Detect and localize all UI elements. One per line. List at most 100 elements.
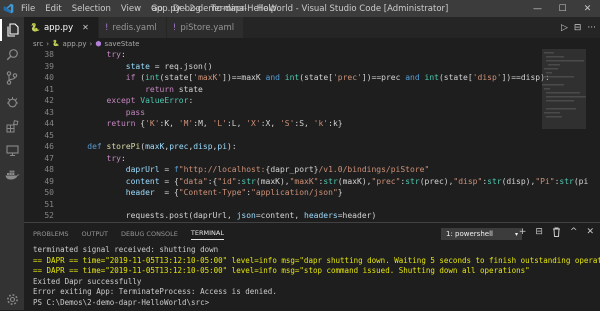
code-line[interactable]: 43 pass [24,107,600,119]
code-line[interactable]: 51 [24,199,600,211]
code-text: return {'K':K, 'M':M, 'L':L, 'X':X, 'S':… [106,119,343,128]
terminal-line: PS C:\Demos\2-demo-dapr-HelloWorld\src> [33,297,210,307]
activity-bar [0,17,24,310]
code-line[interactable]: 44 return {'K':K, 'M':M, 'L':L, 'X':X, '… [24,118,600,130]
code-line[interactable]: 38 try: [24,49,600,61]
minimize-button[interactable]: — [525,0,550,17]
terminal-select[interactable]: 1: powershell ▾ [441,228,522,240]
maximize-button[interactable]: ☐ [550,0,575,17]
search-icon[interactable] [0,43,24,65]
code-line[interactable]: 41 return state [24,84,600,96]
python-icon: 🐍 [30,23,40,32]
line-number: 39 [44,61,54,71]
yaml-icon: ! [104,22,109,33]
close-window-button[interactable]: ✕ [575,0,600,17]
breadcrumb-file[interactable]: app.py [63,40,87,48]
code-line[interactable]: 50 header = {"Content-Type":"application… [24,187,600,199]
code-line[interactable]: 49 content = {"data":{"id":str(maxK),"ma… [24,176,600,188]
code-text: daprUrl = f"http://localhost:{dapr_port}… [125,165,430,174]
line-number: 51 [44,199,54,209]
menu-item-selection[interactable]: Selection [67,4,116,14]
minimap[interactable] [542,49,586,222]
tab-label: redis.yaml [112,22,157,33]
breadcrumb-symbol[interactable]: saveState [104,40,139,48]
line-number: 45 [44,130,54,140]
code-line[interactable]: 40 if (int(state['maxK'])==maxK and int(… [24,72,600,84]
python-icon: 🐍 [52,40,60,47]
tab-output[interactable]: OUTPUT [81,230,108,238]
code-line[interactable]: 39 state = req.json() [24,61,600,73]
code-editor[interactable]: 38 try: 39 state = req.json() 40 if (int(s… [24,49,600,266]
split-terminal-icon[interactable]: ⊟ [535,227,543,240]
debug-icon[interactable] [0,91,24,113]
maximize-panel-icon[interactable]: ^ [570,227,578,240]
tab-app-py[interactable]: 🐍 app.py ✕ [24,17,99,38]
tab-debug-console[interactable]: DEBUG CONSOLE [121,230,178,238]
tab-pistore-yaml[interactable]: ! piStore.yaml [166,17,245,38]
menu-item-help[interactable]: Help [252,4,281,14]
source-control-icon[interactable] [0,67,24,89]
code-text: state = req.json() [125,61,213,71]
run-icon[interactable]: ▷ [561,23,568,33]
line-number: 44 [44,119,54,128]
code-line[interactable]: 45 [24,130,600,142]
code-line[interactable]: 42 except ValueError: [24,95,600,107]
menu-item-debug[interactable]: Debug [168,4,206,14]
settings-gear-icon[interactable] [0,288,24,310]
line-number: 46 [44,142,54,151]
terminal-line: Error exiting App: TerminateProcess: Acc… [33,287,277,296]
code-line[interactable]: 52 requests.post(daprUrl, json=content, … [24,210,600,222]
close-panel-icon[interactable]: ✕ [586,227,594,240]
line-number: 40 [44,73,54,82]
explorer-icon[interactable] [0,19,24,41]
line-number: 42 [44,96,54,105]
terminal-line: Exited Dapr successfully [33,276,142,286]
editor-tab-bar: 🐍 app.py ✕ ! redis.yaml ! piStore.yaml [24,17,600,38]
menu-item-terminal[interactable]: Terminal [206,4,252,14]
code-text: header = {"Content-Type":"application/js… [125,188,343,197]
menu-item-go[interactable]: Go [146,4,168,14]
code-text: if (int(state['maxK'])==maxK and int(sta… [125,73,550,82]
code-text: content = {"data":{"id":str(maxK),"maxK"… [125,176,600,186]
bottom-panel: PROBLEMS OUTPUT DEBUG CONSOLE TERMINAL 1: p… [24,222,600,311]
terminal-output[interactable]: terminated signal received: shutting dow… [24,245,600,308]
menu-item-file[interactable]: File [16,4,40,14]
code-text: try: [106,153,126,163]
code-text: pass [125,107,146,117]
extensions-icon[interactable] [0,115,24,137]
split-editor-icon[interactable]: ⊟ [574,23,582,33]
menu-item-edit[interactable]: Edit [40,4,66,14]
code-line[interactable]: 48 daprUrl = f"http://localhost:{dapr_po… [24,164,600,176]
more-actions-icon[interactable]: ··· [587,23,596,33]
line-number: 43 [44,107,54,117]
tab-redis-yaml[interactable]: ! redis.yaml [98,17,167,38]
trash-icon[interactable] [552,227,561,240]
close-icon[interactable]: ✕ [82,23,89,32]
terminal-select-value: 1: powershell [446,230,493,238]
new-terminal-icon[interactable]: + [519,227,527,240]
breadcrumb-folder[interactable]: src [33,40,43,48]
tab-label: app.py [43,22,74,33]
tab-label: piStore.yaml [180,22,235,33]
code-line[interactable]: 46 def storePi(maxK,prec,disp,pi): [24,141,600,153]
code-line[interactable]: 47 try: [24,153,600,165]
code-text: except ValueError: [106,96,194,105]
tab-problems[interactable]: PROBLEMS [33,230,68,238]
window-controls: — ☐ ✕ [525,0,600,17]
line-number: 52 [44,211,54,220]
menu-item-view[interactable]: View [116,4,146,14]
chevron-right-icon: › [89,39,93,48]
remote-explorer-icon[interactable] [0,139,24,161]
line-number: 48 [44,165,54,174]
terminal-line: terminated signal received: shutting dow… [33,245,219,254]
tab-terminal[interactable]: TERMINAL [190,229,224,240]
terminal-line: == DAPR == time="2019-11-05T13:12:10-05:… [33,266,530,275]
menu-bar: File Edit Selection View Go Debug Terminal Help [16,4,281,14]
function-icon: ⬢ [95,39,102,48]
vertical-scrollbar[interactable] [588,49,600,222]
breadcrumb: src › 🐍 app.py › ⬢ saveState [24,38,600,49]
docker-icon[interactable] [0,163,24,185]
line-number: 49 [44,176,54,186]
title-bar: File Edit Selection View Go Debug Terminal Help… [0,0,600,17]
line-number: 47 [44,153,54,163]
